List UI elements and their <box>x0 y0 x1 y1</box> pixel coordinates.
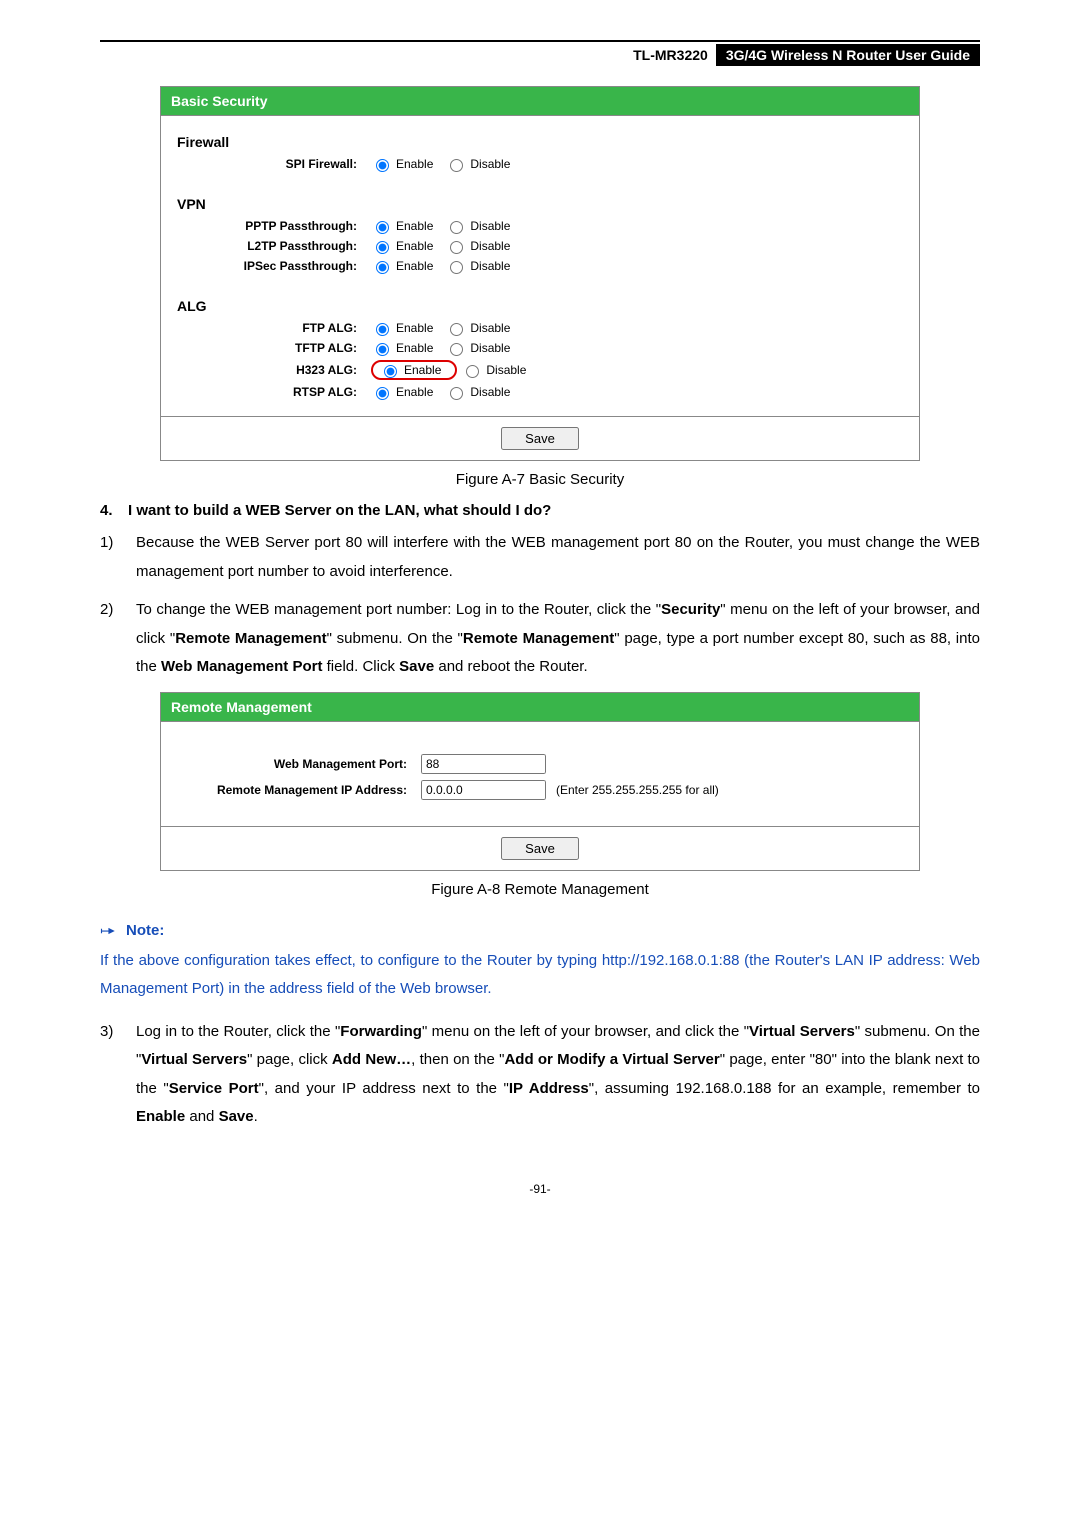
disable-label: Disable <box>470 239 510 253</box>
ipsec-row: IPSec Passthrough: Enable Disable <box>177 258 903 274</box>
figure-caption-a7: Figure A-7 Basic Security <box>100 471 980 488</box>
enable-label: Enable <box>396 259 433 273</box>
model-label: TL-MR3220 <box>625 45 716 65</box>
web-port-input[interactable] <box>421 754 546 774</box>
remote-ip-input[interactable] <box>421 780 546 800</box>
enable-label: Enable <box>396 219 433 233</box>
rtsp-alg-row: RTSP ALG: Enable Disable <box>177 384 903 400</box>
panel-title: Basic Security <box>161 87 919 116</box>
enable-label: Enable <box>396 157 433 171</box>
field-label: L2TP Passthrough: <box>177 239 371 253</box>
item-body: Log in to the Router, click the "Forward… <box>136 1018 980 1132</box>
remote-ip-row: Remote Management IP Address: (Enter 255… <box>177 780 903 800</box>
qa-number: 4. <box>100 502 128 519</box>
router-url-link[interactable]: http://192.168.0.1:88 <box>602 952 740 969</box>
field-label: IPSec Passthrough: <box>177 259 371 273</box>
basic-security-panel: Basic Security Firewall SPI Firewall: En… <box>160 86 920 461</box>
disable-label: Disable <box>470 219 510 233</box>
h323-alg-row: H323 ALG: Enable Disable <box>177 360 903 380</box>
disable-label: Disable <box>470 341 510 355</box>
note-heading: Note: <box>100 922 164 939</box>
field-label: RTSP ALG: <box>177 385 371 399</box>
panel-title: Remote Management <box>161 693 919 722</box>
pptp-disable-radio[interactable] <box>450 221 463 234</box>
enable-label: Enable <box>396 385 433 399</box>
ipsec-enable-radio[interactable] <box>376 261 389 274</box>
item-num: 3) <box>100 1018 136 1132</box>
disable-label: Disable <box>470 321 510 335</box>
qa-text: I want to build a WEB Server on the LAN,… <box>128 502 551 519</box>
ipsec-disable-radio[interactable] <box>450 261 463 274</box>
tftp-disable-radio[interactable] <box>450 343 463 356</box>
item-body: Because the WEB Server port 80 will inte… <box>136 529 980 586</box>
highlight-circle-icon: Enable <box>371 360 457 380</box>
disable-label: Disable <box>470 259 510 273</box>
field-label: TFTP ALG: <box>177 341 371 355</box>
h323-disable-radio[interactable] <box>466 365 479 378</box>
spi-disable-radio[interactable] <box>450 159 463 172</box>
web-port-row: Web Management Port: <box>177 754 903 774</box>
enable-label: Enable <box>396 321 433 335</box>
note-label: Note: <box>126 922 164 939</box>
ftp-enable-radio[interactable] <box>376 323 389 336</box>
item-num: 2) <box>100 596 136 682</box>
list-item-2: 2) To change the WEB management port num… <box>100 596 980 682</box>
pointing-hand-icon <box>100 922 118 939</box>
l2tp-row: L2TP Passthrough: Enable Disable <box>177 238 903 254</box>
note-body: If the above configuration takes effect,… <box>100 947 980 1004</box>
qa-heading: 4. I want to build a WEB Server on the L… <box>100 502 980 519</box>
rtsp-disable-radio[interactable] <box>450 387 463 400</box>
list-item-3: 3) Log in to the Router, click the "Forw… <box>100 1018 980 1132</box>
h323-enable-radio[interactable] <box>384 365 397 378</box>
pptp-enable-radio[interactable] <box>376 221 389 234</box>
disable-label: Disable <box>486 363 526 377</box>
l2tp-enable-radio[interactable] <box>376 241 389 254</box>
vpn-section-title: VPN <box>177 196 903 212</box>
item-body: To change the WEB management port number… <box>136 596 980 682</box>
pptp-row: PPTP Passthrough: Enable Disable <box>177 218 903 234</box>
ftp-alg-row: FTP ALG: Enable Disable <box>177 320 903 336</box>
enable-label: Enable <box>404 363 441 377</box>
figure-caption-a8: Figure A-8 Remote Management <box>100 881 980 898</box>
field-label: Web Management Port: <box>177 757 421 771</box>
disable-label: Disable <box>470 385 510 399</box>
l2tp-disable-radio[interactable] <box>450 241 463 254</box>
alg-section-title: ALG <box>177 298 903 314</box>
ip-hint: (Enter 255.255.255.255 for all) <box>556 783 719 797</box>
doc-header: TL-MR3220 3G/4G Wireless N Router User G… <box>100 44 980 66</box>
spi-firewall-row: SPI Firewall: Enable Disable <box>177 156 903 172</box>
field-label: FTP ALG: <box>177 321 371 335</box>
ftp-disable-radio[interactable] <box>450 323 463 336</box>
remote-management-panel: Remote Management Web Management Port: R… <box>160 692 920 871</box>
field-label: H323 ALG: <box>177 363 371 377</box>
spi-enable-radio[interactable] <box>376 159 389 172</box>
firewall-section-title: Firewall <box>177 134 903 150</box>
tftp-alg-row: TFTP ALG: Enable Disable <box>177 340 903 356</box>
rtsp-enable-radio[interactable] <box>376 387 389 400</box>
save-button[interactable]: Save <box>501 427 579 450</box>
page-number: -91- <box>100 1182 980 1196</box>
enable-label: Enable <box>396 239 433 253</box>
tftp-enable-radio[interactable] <box>376 343 389 356</box>
enable-label: Enable <box>396 341 433 355</box>
field-label: SPI Firewall: <box>177 157 371 171</box>
disable-label: Disable <box>470 157 510 171</box>
list-item-1: 1) Because the WEB Server port 80 will i… <box>100 529 980 586</box>
doc-title: 3G/4G Wireless N Router User Guide <box>716 44 980 66</box>
save-button[interactable]: Save <box>501 837 579 860</box>
field-label: Remote Management IP Address: <box>177 783 421 797</box>
field-label: PPTP Passthrough: <box>177 219 371 233</box>
item-num: 1) <box>100 529 136 586</box>
